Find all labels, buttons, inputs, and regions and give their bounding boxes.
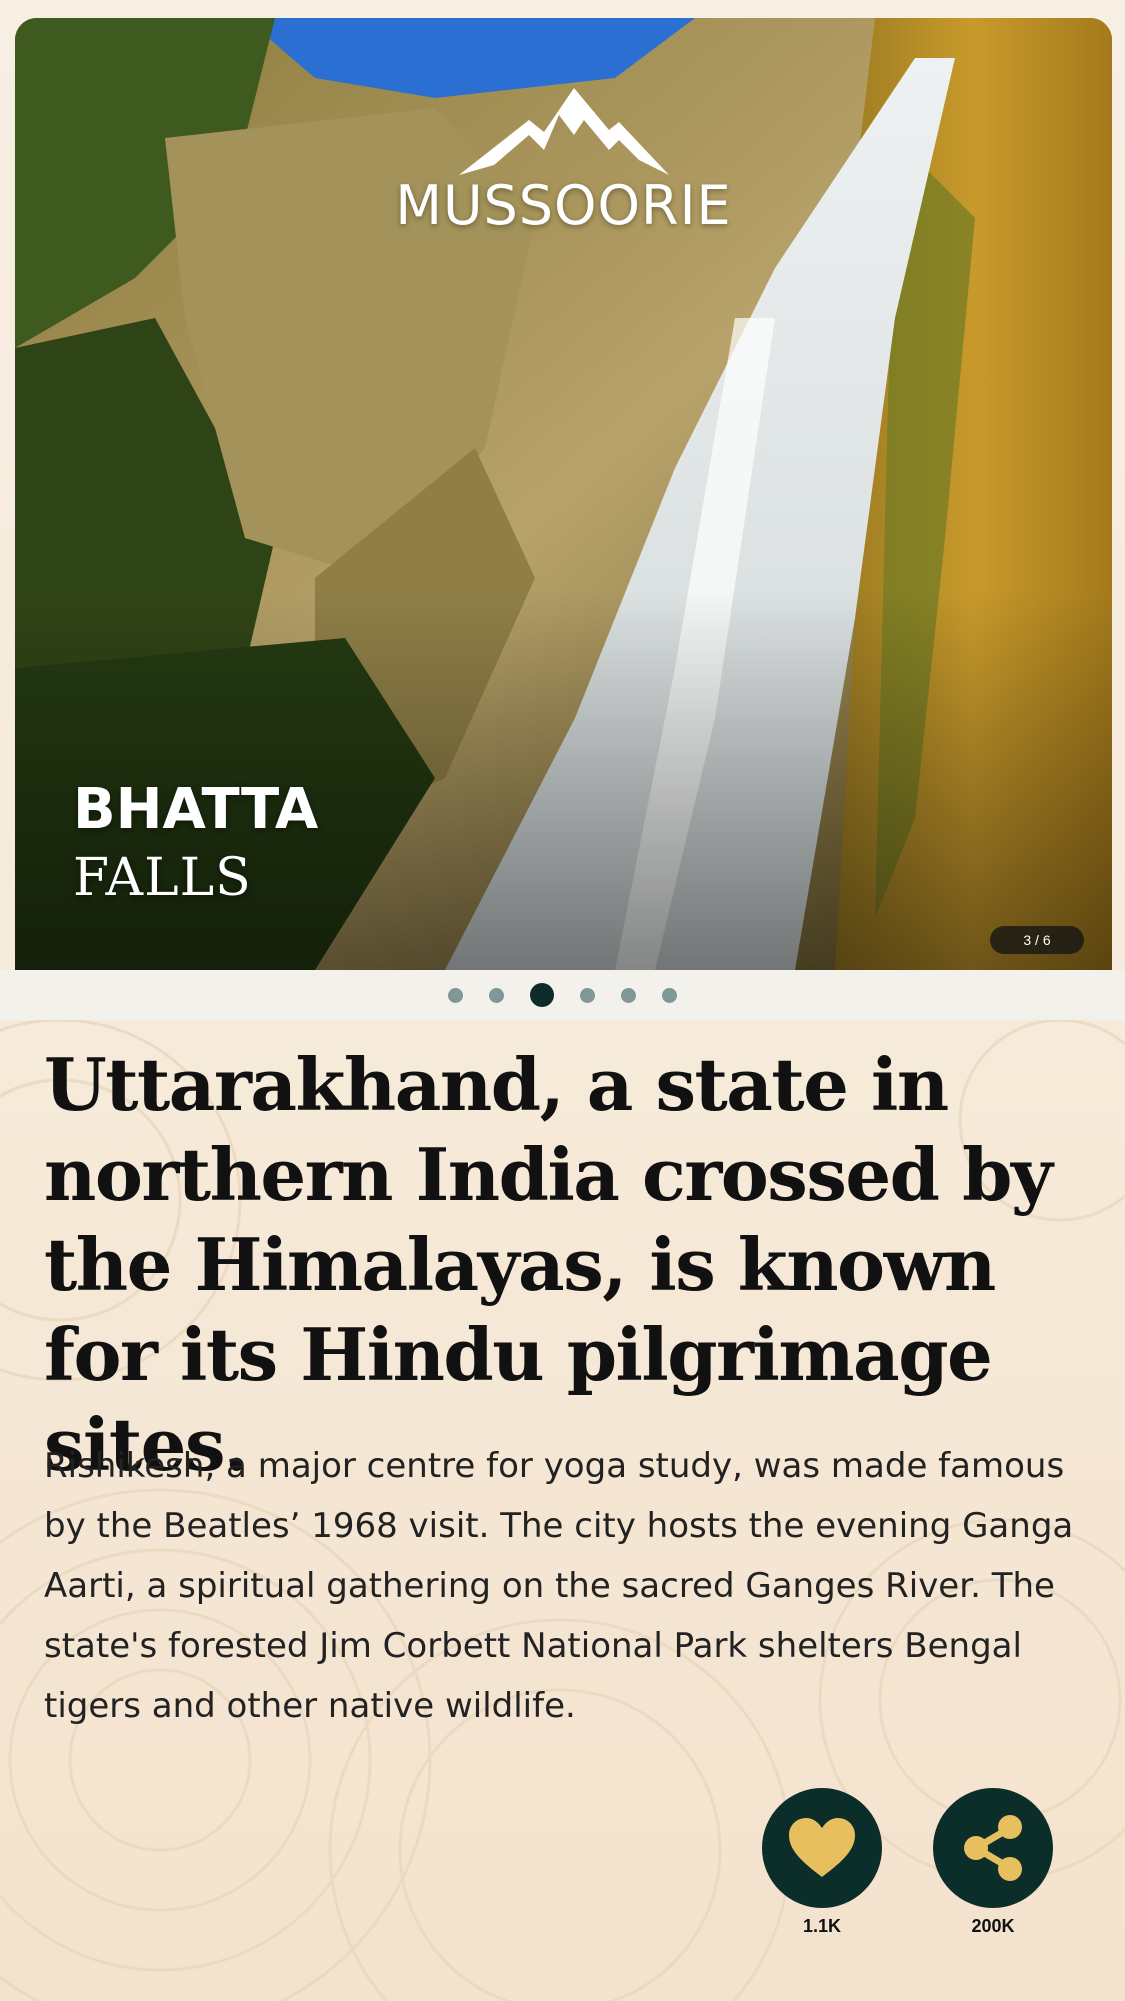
mountain-logo-icon	[458, 88, 669, 175]
like-action: 1.1K	[762, 1788, 882, 1937]
like-count: 1.1K	[802, 1916, 842, 1936]
place-caption: BHATTA FALLS	[73, 778, 318, 914]
pagination-dot[interactable]	[448, 987, 463, 1003]
carousel-pagination	[0, 970, 1125, 1020]
article-body: Rishikesh, a major centre for yoga study…	[44, 1446, 1074, 1726]
like-button[interactable]	[762, 1788, 882, 1908]
pagination-dot[interactable]	[662, 987, 677, 1003]
pagination-dot-active[interactable]	[530, 983, 554, 1007]
brand-logo: MUSSOORIE	[15, 80, 1112, 237]
pagination-dot[interactable]	[621, 987, 636, 1003]
heart-icon	[789, 1818, 855, 1877]
brand-name: MUSSOORIE	[395, 174, 732, 237]
share-count: 200K	[971, 1916, 1015, 1936]
place-title-line2: FALLS	[73, 848, 252, 908]
share-button[interactable]	[933, 1788, 1053, 1908]
share-action: 200K	[933, 1788, 1053, 1937]
article-headline: Uttarakhand, a state in northern India c…	[44, 1042, 1053, 1487]
pagination-dot[interactable]	[489, 987, 504, 1003]
slide-counter-badge: 3 / 6	[990, 926, 1084, 954]
hero-image-card[interactable]: MUSSOORIE BHATTA FALLS 3 / 6	[15, 18, 1112, 970]
pagination-dot[interactable]	[580, 987, 595, 1003]
place-title-line1: BHATTA	[73, 777, 319, 842]
share-icon	[964, 1815, 1022, 1881]
